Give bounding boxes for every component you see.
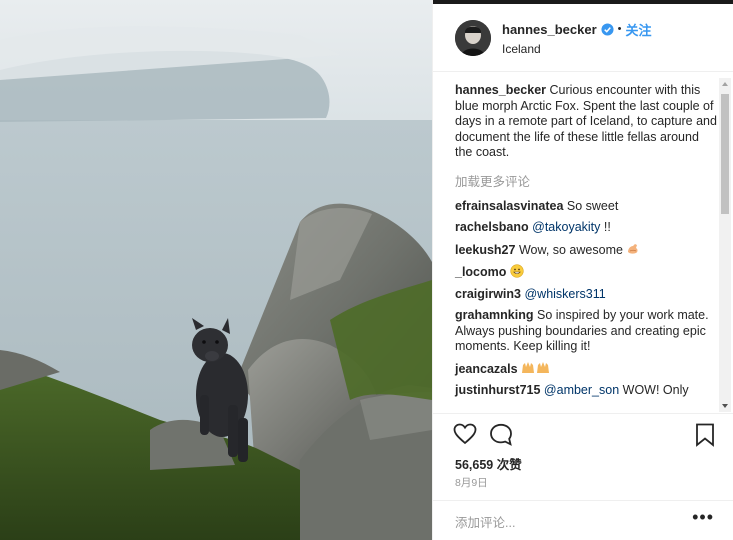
caption: hannes_becker Curious encounter with thi… <box>455 83 717 161</box>
verified-badge-icon <box>601 22 614 36</box>
follow-button[interactable]: 关注 <box>626 20 652 39</box>
raising-hands-icon <box>522 361 550 373</box>
comment-mention[interactable]: @amber_son <box>544 383 619 397</box>
comment-item: craigirwin3 @whiskers311 <box>455 287 717 303</box>
post-photo[interactable] <box>0 0 432 540</box>
comment-item: jeancazals <box>455 361 717 378</box>
comments-scrollbar[interactable] <box>719 78 731 412</box>
comment-item: efrainsalasvinatea So sweet <box>455 199 717 215</box>
ellipsis-icon[interactable]: ••• <box>692 507 714 528</box>
comment-text: Wow, so awesome <box>518 242 623 257</box>
comment-mention[interactable]: @takoyakity <box>532 220 600 234</box>
load-more-comments-button[interactable]: 加载更多评论 <box>455 171 717 190</box>
post-header: hannes_becker • 关注 Iceland <box>433 4 733 72</box>
bookmark-icon[interactable] <box>695 423 715 447</box>
avatar-image <box>455 19 491 56</box>
comment-item: rachelsbano @takoyakity !! <box>455 220 717 236</box>
grinning-face-icon <box>510 264 524 278</box>
separator-dot: • <box>617 23 622 35</box>
comment-username[interactable]: jeancazals <box>455 362 518 376</box>
comment-username[interactable]: grahamnking <box>455 308 534 322</box>
add-comment-input[interactable]: 添加评论... <box>455 512 515 531</box>
add-comment-bar: 添加评论... ••• <box>433 500 733 540</box>
comment-username[interactable]: craigirwin3 <box>455 287 521 301</box>
arctic-fox-photo <box>0 0 432 540</box>
post-modal: hannes_becker • 关注 Iceland hannes_becker… <box>0 0 733 540</box>
heart-icon[interactable] <box>453 423 477 445</box>
comment-text: WOW! Only <box>622 383 689 397</box>
comment-username[interactable]: justinhurst715 <box>455 383 540 397</box>
scroll-down-arrow-icon[interactable] <box>722 404 728 408</box>
flexed-biceps-icon <box>628 243 638 254</box>
comment-icon[interactable] <box>489 423 513 446</box>
avatar[interactable] <box>455 19 491 56</box>
comment-item: justinhurst715 @amber_son WOW! Only <box>455 383 717 399</box>
location-link[interactable]: Iceland <box>502 42 652 56</box>
post-sidebar: hannes_becker • 关注 Iceland hannes_becker… <box>432 0 733 540</box>
scroll-up-arrow-icon[interactable] <box>722 82 728 86</box>
header-username[interactable]: hannes_becker <box>502 22 597 37</box>
comment-username[interactable]: leekush27 <box>455 243 515 257</box>
comment-text: !! <box>603 220 611 234</box>
comment-item: grahamnking So inspired by your work mat… <box>455 308 717 355</box>
comment-username[interactable]: _locomo <box>455 265 506 279</box>
comment-username[interactable]: rachelsbano <box>455 220 529 234</box>
comment-mention[interactable]: @whiskers311 <box>524 287 605 301</box>
comment-username[interactable]: efrainsalasvinatea <box>455 199 563 213</box>
comment-item: leekush27 Wow, so awesome <box>455 242 717 259</box>
comment-text: So sweet <box>566 198 619 213</box>
scrollbar-thumb[interactable] <box>721 94 729 214</box>
caption-username[interactable]: hannes_becker <box>455 83 546 97</box>
comment-item: _locomo <box>455 264 717 281</box>
post-date[interactable]: 8月9日 <box>455 475 488 490</box>
post-actions: 56,659 次赞 8月9日 <box>433 413 733 503</box>
comments-list[interactable]: hannes_becker Curious encounter with thi… <box>433 73 733 413</box>
likes-count[interactable]: 56,659 次赞 <box>455 454 522 473</box>
